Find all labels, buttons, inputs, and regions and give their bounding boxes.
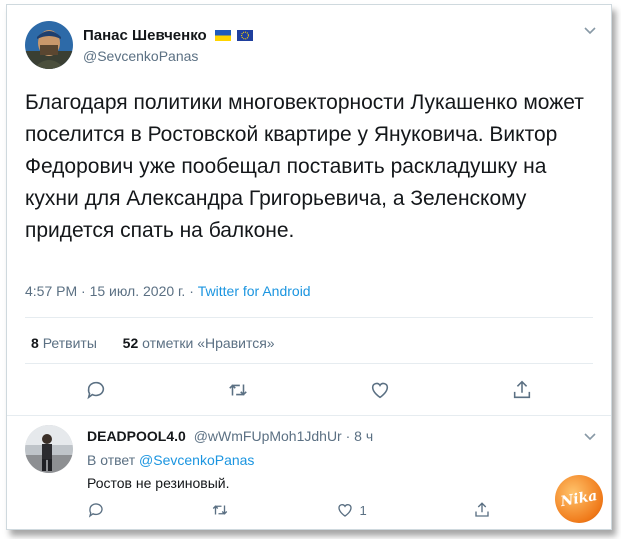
reply-to-line: В ответ @SevcenkoPanas [87, 452, 254, 468]
author-handle[interactable]: @SevcenkoPanas [83, 48, 198, 64]
reply-avatar-image [25, 425, 73, 473]
retweet-button[interactable] [227, 379, 249, 401]
reply-handle-time[interactable]: @wWmFUpMoh1JdhUr · 8 ч [194, 428, 373, 444]
like-icon [371, 382, 389, 399]
reply-icon [88, 503, 103, 518]
retweets-stat[interactable]: 8 Ретвиты [31, 335, 97, 351]
divider [7, 415, 611, 416]
reply-like-button[interactable]: 1 [336, 501, 367, 519]
retweet-icon [213, 505, 228, 515]
tweet-actions [25, 379, 593, 401]
reply-author-name[interactable]: DEADPOOL4.0 [87, 428, 186, 444]
reply-like-count: 1 [359, 502, 367, 518]
like-button[interactable] [369, 379, 391, 401]
likes-label: отметки «Нравится» [142, 335, 275, 351]
reply-to-prefix: В ответ [87, 452, 140, 468]
reply-icon [87, 381, 105, 400]
tweet-card: Панас Шевченко @SevcenkoPanas Благодаря … [6, 4, 612, 530]
watermark-logo: Nika [551, 471, 607, 527]
watermark-text: Nika [559, 487, 599, 511]
reply-share-button[interactable] [473, 501, 491, 519]
eu-flag-icon [237, 30, 254, 41]
retweets-count: 8 [31, 335, 39, 351]
like-icon [337, 504, 352, 517]
reply-header: DEADPOOL4.0 @wWmFUpMoh1JdhUr · 8 ч [87, 428, 373, 444]
chevron-down-icon[interactable] [583, 23, 597, 39]
divider [25, 363, 593, 364]
reply-to-handle[interactable]: @SevcenkoPanas [139, 452, 254, 468]
reply-chevron-down-icon[interactable] [583, 429, 597, 445]
share-icon [475, 502, 489, 517]
retweet-icon [229, 384, 247, 396]
author-name-text[interactable]: Панас Шевченко [83, 27, 207, 44]
reply-text: Ростов не резиновый. [87, 475, 230, 491]
author-name[interactable]: Панас Шевченко [83, 27, 254, 44]
tweet-source-link[interactable]: Twitter for Android [198, 283, 311, 299]
likes-stat[interactable]: 52 отметки «Нравится» [123, 335, 275, 351]
reply-avatar[interactable] [25, 425, 73, 473]
share-icon [513, 380, 531, 399]
reply-actions: 1 [87, 501, 491, 519]
ukraine-flag-icon [214, 30, 231, 41]
share-button[interactable] [511, 379, 533, 401]
reply-retweet-button[interactable] [211, 501, 229, 519]
author-avatar[interactable] [25, 21, 73, 69]
retweets-label: Ретвиты [42, 335, 97, 351]
tweet-time[interactable]: 4:57 PM · 15 июл. 2020 г. · [25, 283, 198, 299]
likes-count: 52 [122, 335, 139, 351]
tweet-text: Благодаря политики многовекторности Лука… [25, 91, 584, 242]
reply-button[interactable] [85, 379, 107, 401]
tweet-meta: 4:57 PM · 15 июл. 2020 г. · Twitter for … [25, 283, 311, 299]
avatar-image [25, 21, 73, 69]
divider [25, 317, 593, 318]
tweet-stats: 8 Ретвиты 52 отметки «Нравится» [31, 335, 275, 351]
reply-reply-button[interactable] [87, 501, 105, 519]
